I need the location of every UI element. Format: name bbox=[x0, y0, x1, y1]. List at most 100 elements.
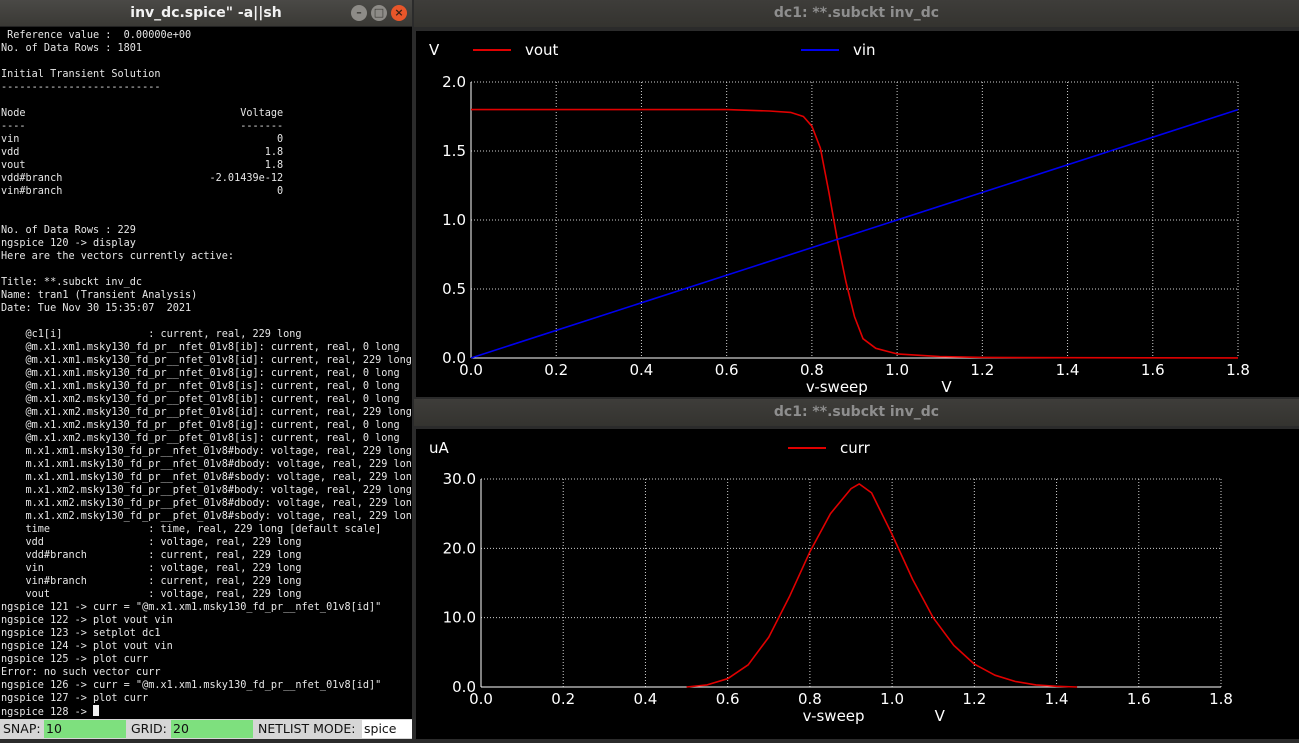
y-tick-label: 0.0 bbox=[442, 349, 466, 367]
terminal-line: vdd#branch : current, real, 229 long bbox=[1, 550, 302, 561]
series-curr-line bbox=[686, 483, 1078, 688]
vout-vin-chart[interactable]: 0.0 0.2 0.4 0.6 0.8 1.0 1.2 1.4 1.6 1.80.00.51.01… bbox=[416, 31, 1299, 397]
plot2-area[interactable]: 0.0 0.2 0.4 0.6 0.8 1.0 1.2 1.4 1.6 1.8 0.0 10.0 20.… bbox=[416, 429, 1299, 739]
terminal-line: @m.x1.xm2.msky130_fd_pr__pfet_01v8[ig]: … bbox=[1, 420, 400, 431]
terminal-line: m.x1.xm1.msky130_fd_pr__nfet_01v8#body: … bbox=[1, 446, 412, 457]
terminal-line: ngspice 125 -> plot curr bbox=[1, 654, 149, 665]
x-tick-label: 0.4 bbox=[634, 690, 658, 708]
terminal-titlebar[interactable]: inv_dc.spice" -a||sh – □ × bbox=[0, 0, 412, 27]
terminal-line: ngspice 120 -> display bbox=[1, 238, 136, 249]
legend-label-vin: vin bbox=[853, 41, 876, 59]
x-tick-label: 1.0 bbox=[885, 361, 909, 379]
maximize-icon[interactable]: □ bbox=[371, 5, 387, 21]
y-tick-label: 1.0 bbox=[442, 211, 466, 229]
terminal-line: ngspice 121 -> curr = "@m.x1.xm1.msky130… bbox=[1, 602, 382, 613]
terminal-line: Here are the vectors currently active: bbox=[1, 251, 235, 262]
y-tick-label: 10.0 bbox=[443, 609, 476, 627]
terminal-line: ngspice 124 -> plot vout vin bbox=[1, 641, 173, 652]
terminal-line: vin 0 bbox=[1, 134, 284, 145]
terminal-line: m.x1.xm2.msky130_fd_pr__pfet_01v8#sbody:… bbox=[1, 511, 412, 522]
terminal-line: ngspice 126 -> curr = "@m.x1.xm1.msky130… bbox=[1, 680, 382, 691]
series-vin-line bbox=[470, 108, 1239, 359]
netlist-mode-label: NETLIST MODE: bbox=[258, 721, 356, 736]
terminal-line: @m.x1.xm2.msky130_fd_pr__pfet_01v8[is]: … bbox=[1, 433, 400, 444]
terminal-line: vin#branch : current, real, 229 long bbox=[1, 576, 302, 587]
terminal-line: time : time, real, 229 long [default sca… bbox=[1, 524, 382, 535]
legend-label-curr: curr bbox=[840, 439, 871, 457]
x-tick-label: 1.8 bbox=[1226, 361, 1250, 379]
x-tick-label: 1.4 bbox=[1056, 361, 1080, 379]
terminal-line: vout : voltage, real, 229 long bbox=[1, 589, 302, 600]
plot1-titlebar[interactable]: dc1: **.subckt inv_dc bbox=[414, 0, 1299, 27]
close-icon[interactable]: × bbox=[391, 5, 407, 21]
terminal-line: @m.x1.xm1.msky130_fd_pr__nfet_01v8[id]: … bbox=[1, 355, 412, 366]
plot2-title: dc1: **.subckt inv_dc bbox=[773, 404, 940, 420]
terminal-line: @m.x1.xm2.msky130_fd_pr__pfet_01v8[id]: … bbox=[1, 407, 412, 418]
terminal-line: vdd : voltage, real, 229 long bbox=[1, 537, 302, 548]
terminal-line: Reference value : 0.00000e+00 bbox=[1, 30, 192, 41]
x-tick-label: 1.0 bbox=[880, 690, 904, 708]
x-axis-label: v-sweep bbox=[806, 378, 868, 396]
snap-field[interactable]: 10 bbox=[44, 720, 126, 738]
terminal-line: ---- ------- bbox=[1, 121, 284, 132]
plot2-titlebar[interactable]: dc1: **.subckt inv_dc bbox=[414, 399, 1299, 426]
x-tick-label: 1.2 bbox=[962, 690, 986, 708]
xschem-status-bar: SNAP: 10 GRID: 20 NETLIST MODE: spice bbox=[0, 719, 412, 739]
terminal-line: ngspice 127 -> plot curr bbox=[1, 693, 149, 704]
grid-field[interactable]: 20 bbox=[171, 720, 253, 738]
terminal-line: @m.x1.xm1.msky130_fd_pr__nfet_01v8[ig]: … bbox=[1, 368, 400, 379]
plot1-area[interactable]: 0.0 0.2 0.4 0.6 0.8 1.0 1.2 1.4 1.6 1.8 0.0 0.5 1.0 1… bbox=[416, 31, 1299, 397]
terminal-line: @m.x1.xm1.msky130_fd_pr__nfet_01v8[is]: … bbox=[1, 381, 400, 392]
x-tick-label: 1.6 bbox=[1141, 361, 1165, 379]
y-axis-label: V bbox=[429, 41, 440, 59]
terminal-line: Title: **.subckt inv_dc bbox=[1, 277, 143, 288]
terminal-line: Name: tran1 (Transient Analysis) bbox=[1, 290, 198, 301]
terminal-line: No. of Data Rows : 1801 bbox=[1, 43, 143, 54]
minimize-icon[interactable]: – bbox=[351, 5, 367, 21]
terminal-line: @m.x1.xm2.msky130_fd_pr__pfet_01v8[ib]: … bbox=[1, 394, 400, 405]
y-tick-label: 0.0 bbox=[452, 678, 476, 696]
x-tick-label: 0.8 bbox=[798, 690, 822, 708]
terminal-line: vdd#branch -2.01439e-12 bbox=[1, 173, 284, 184]
terminal-line: Node Voltage bbox=[1, 108, 284, 119]
y-tick-label: 2.0 bbox=[442, 73, 466, 91]
terminal-cursor bbox=[93, 705, 100, 716]
terminal-line: ngspice 123 -> setplot dc1 bbox=[1, 628, 161, 639]
x-axis-unit: V bbox=[941, 378, 952, 396]
terminal-line: m.x1.xm2.msky130_fd_pr__pfet_01v8#dbody:… bbox=[1, 498, 412, 509]
plot1-title: dc1: **.subckt inv_dc bbox=[773, 5, 940, 21]
legend-label-vout: vout bbox=[525, 41, 559, 59]
terminal-line: vin : voltage, real, 229 long bbox=[1, 563, 302, 574]
terminal-output[interactable]: Reference value : 0.00000e+00 No. of Data… bbox=[0, 29, 412, 719]
terminal-line: ngspice 128 -> bbox=[0, 705, 412, 718]
x-tick-label: 0.6 bbox=[715, 361, 739, 379]
terminal-line: vin#branch 0 bbox=[1, 186, 284, 197]
x-tick-label: 1.2 bbox=[970, 361, 994, 379]
terminal-line: Initial Transient Solution bbox=[1, 69, 161, 80]
terminal-window[interactable]: inv_dc.spice" -a||sh – □ × Reference val… bbox=[0, 0, 412, 739]
x-tick-label: 1.8 bbox=[1209, 690, 1233, 708]
x-axis-unit: V bbox=[935, 707, 946, 725]
terminal-line: m.x1.xm1.msky130_fd_pr__nfet_01v8#sbody:… bbox=[1, 472, 412, 483]
terminal-line: ngspice 122 -> plot vout vin bbox=[1, 615, 173, 626]
x-axis-label: v-sweep bbox=[803, 707, 865, 725]
terminal-line: m.x1.xm1.msky130_fd_pr__nfet_01v8#dbody:… bbox=[1, 459, 412, 470]
x-tick-label: 0.8 bbox=[800, 361, 824, 379]
terminal-line: @m.x1.xm1.msky130_fd_pr__nfet_01v8[ib]: … bbox=[1, 342, 400, 353]
x-tick-label: 0.2 bbox=[551, 690, 575, 708]
snap-label: SNAP: bbox=[3, 721, 41, 736]
x-tick-label: 1.4 bbox=[1045, 690, 1069, 708]
curr-chart[interactable]: 0.0 0.2 0.4 0.6 0.8 1.0 1.2 1.4 1.6 1.80.010.020.… bbox=[416, 429, 1299, 739]
netlist-mode-field[interactable]: spice bbox=[362, 720, 412, 738]
terminal-line: m.x1.xm2.msky130_fd_pr__pfet_01v8#body: … bbox=[1, 485, 412, 496]
y-tick-label: 0.5 bbox=[442, 280, 466, 298]
y-axis-label: uA bbox=[429, 439, 450, 457]
y-tick-label: 1.5 bbox=[442, 142, 466, 160]
terminal-line: Error: no such vector curr bbox=[1, 667, 161, 678]
